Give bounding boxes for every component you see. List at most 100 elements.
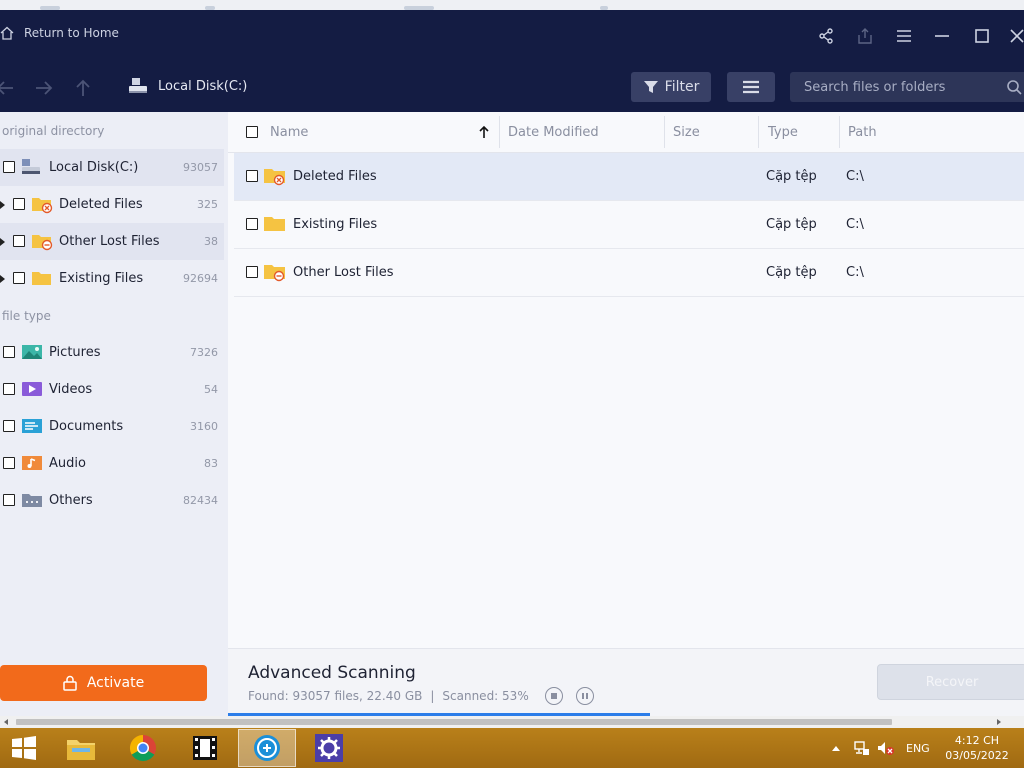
column-size[interactable]: Size <box>673 125 700 140</box>
taskbar-chrome[interactable] <box>114 729 172 767</box>
lost-folder-icon <box>264 265 285 282</box>
search-icon[interactable] <box>1006 79 1022 95</box>
taskbar-settings-app[interactable] <box>300 729 358 767</box>
table-row[interactable]: Existing Files Cặp tệp C:\ <box>234 201 1024 249</box>
column-divider[interactable] <box>758 116 759 148</box>
checkbox[interactable] <box>3 494 15 506</box>
home-icon <box>0 26 14 40</box>
filter-button[interactable]: Filter <box>631 72 711 102</box>
recover-button[interactable]: Recover <box>877 664 1024 700</box>
stop-scan-button[interactable] <box>545 687 563 705</box>
sidebar-item-deleted-files[interactable]: Deleted Files 325 <box>0 186 224 223</box>
share-icon[interactable] <box>816 26 836 46</box>
minimize-icon[interactable] <box>932 26 952 46</box>
item-count: 325 <box>197 198 218 211</box>
row-checkbox[interactable] <box>246 218 258 230</box>
sidebar-item-local-disk[interactable]: Local Disk(C:) 93057 <box>0 149 224 186</box>
pause-scan-button[interactable] <box>576 687 594 705</box>
row-checkbox[interactable] <box>246 266 258 278</box>
table-header: Name Date Modified Size Type Path <box>228 112 1024 153</box>
sidebar-item-others[interactable]: Others 82434 <box>0 482 224 519</box>
taskbar-data-recovery-app[interactable] <box>238 729 296 767</box>
row-name: Deleted Files <box>293 169 377 184</box>
folder-icon <box>264 217 285 231</box>
expand-caret-icon[interactable] <box>0 238 5 246</box>
filter-label: Filter <box>664 79 700 95</box>
item-count: 82434 <box>183 494 218 507</box>
gear-icon <box>315 734 343 762</box>
film-icon <box>193 736 217 760</box>
up-arrow-icon[interactable] <box>72 77 94 99</box>
expand-caret-icon[interactable] <box>0 201 5 209</box>
horizontal-scrollbar[interactable] <box>0 716 1024 728</box>
export-icon[interactable] <box>855 26 875 46</box>
scroll-left-icon[interactable] <box>4 719 8 725</box>
filter-icon <box>643 81 658 93</box>
background-window-strip <box>0 0 1024 10</box>
sidebar-item-existing-files[interactable]: Existing Files 92694 <box>0 260 224 297</box>
view-menu-button[interactable] <box>727 72 775 102</box>
scroll-right-icon[interactable] <box>997 719 1001 725</box>
column-date-modified[interactable]: Date Modified <box>508 125 599 140</box>
checkbox[interactable] <box>3 457 15 469</box>
select-all-checkbox[interactable] <box>246 126 258 138</box>
column-divider[interactable] <box>664 116 665 148</box>
expand-caret-icon[interactable] <box>0 275 5 283</box>
section-file-type: file type <box>2 309 51 323</box>
back-arrow-icon[interactable] <box>0 77 16 99</box>
close-icon[interactable] <box>1008 26 1024 46</box>
chrome-icon <box>129 734 156 762</box>
forward-arrow-icon[interactable] <box>33 77 55 99</box>
activate-label: Activate <box>86 675 145 691</box>
activate-button[interactable]: Activate <box>0 665 207 701</box>
scrollbar-thumb[interactable] <box>16 719 892 725</box>
table-row[interactable]: Deleted Files Cặp tệp C:\ <box>234 153 1024 201</box>
sidebar-item-label: Other Lost Files <box>59 234 160 249</box>
search-input[interactable] <box>804 79 994 95</box>
row-type: Cặp tệp <box>766 265 817 280</box>
sidebar-item-audio[interactable]: Audio 83 <box>0 445 224 482</box>
list-menu-icon <box>743 80 759 94</box>
column-divider[interactable] <box>839 116 840 148</box>
checkbox[interactable] <box>13 235 25 247</box>
column-path[interactable]: Path <box>848 125 877 140</box>
clock-time: 4:12 CH <box>954 734 1000 747</box>
column-type[interactable]: Type <box>768 125 798 140</box>
breadcrumb-label: Local Disk(C:) <box>158 78 248 94</box>
checkbox[interactable] <box>13 198 25 210</box>
lost-folder-icon <box>31 231 53 251</box>
checkbox[interactable] <box>3 161 15 173</box>
breadcrumb[interactable]: Local Disk(C:) <box>128 76 247 96</box>
checkbox[interactable] <box>13 272 25 284</box>
column-name[interactable]: Name <box>270 125 308 140</box>
clock[interactable]: 4:12 CH 03/05/2022 <box>942 733 1012 763</box>
taskbar-video-editor[interactable] <box>176 729 234 767</box>
others-icon <box>21 490 43 510</box>
volume-muted-icon[interactable] <box>877 728 895 768</box>
item-count: 83 <box>204 457 218 470</box>
network-icon[interactable] <box>852 728 870 768</box>
tray-show-hidden-icon[interactable] <box>831 728 841 768</box>
checkbox[interactable] <box>3 383 15 395</box>
language-indicator[interactable]: ENG <box>906 728 930 768</box>
table-row[interactable]: Other Lost Files Cặp tệp C:\ <box>234 249 1024 297</box>
checkbox[interactable] <box>3 420 15 432</box>
folder-icon <box>31 268 53 288</box>
sort-ascending-icon[interactable] <box>478 125 490 139</box>
column-divider[interactable] <box>499 116 500 148</box>
return-home-button[interactable]: Return to Home <box>0 26 119 40</box>
start-button[interactable] <box>0 729 48 767</box>
taskbar-file-explorer[interactable] <box>52 729 110 767</box>
stop-icon <box>551 693 557 699</box>
title-bar: Return to Home <box>0 10 1024 62</box>
sidebar-item-other-lost-files[interactable]: Other Lost Files 38 <box>0 223 224 260</box>
row-checkbox[interactable] <box>246 170 258 182</box>
sidebar-item-pictures[interactable]: Pictures 7326 <box>0 334 224 371</box>
sidebar-item-documents[interactable]: Documents 3160 <box>0 408 224 445</box>
sidebar-item-videos[interactable]: Videos 54 <box>0 371 224 408</box>
menu-icon[interactable] <box>894 26 914 46</box>
maximize-icon[interactable] <box>972 26 992 46</box>
row-name: Other Lost Files <box>293 265 394 280</box>
item-count: 38 <box>204 235 218 248</box>
checkbox[interactable] <box>3 346 15 358</box>
